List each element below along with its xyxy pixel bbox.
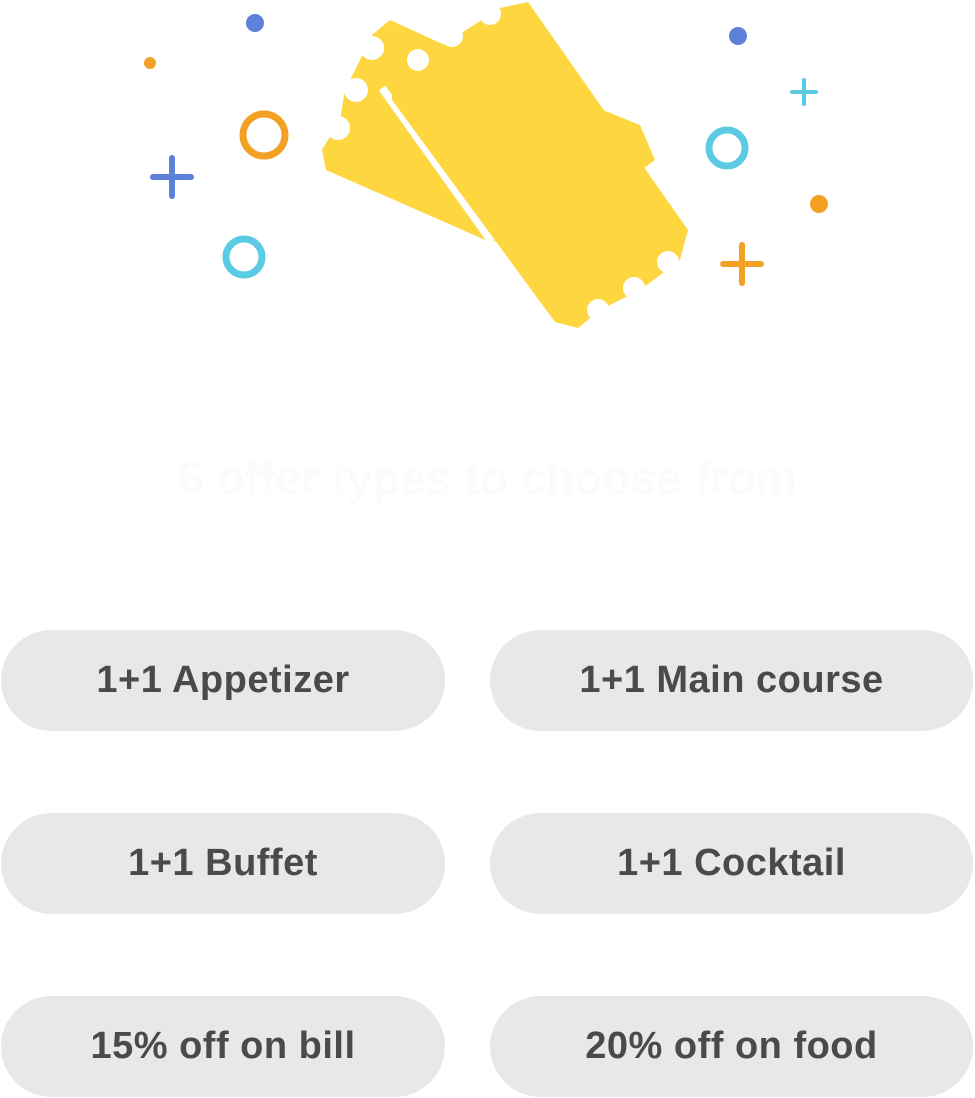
offer-option-appetizer[interactable]: 1+1 Appetizer xyxy=(1,630,445,731)
confetti-dot-icon xyxy=(729,27,747,45)
confetti-plus-icon xyxy=(790,78,818,106)
offer-option-bill-discount[interactable]: 15% off on bill xyxy=(1,996,445,1097)
confetti-plus-icon xyxy=(720,242,764,286)
offer-option-food-discount[interactable]: 20% off on food xyxy=(490,996,973,1097)
tickets-illustration xyxy=(144,2,828,328)
offer-option-main-course[interactable]: 1+1 Main course xyxy=(490,630,973,731)
confetti-dot-icon xyxy=(246,14,264,32)
offer-option-buffet[interactable]: 1+1 Buffet xyxy=(1,813,445,914)
confetti-dot-icon xyxy=(144,57,156,69)
confetti-ring-icon xyxy=(222,235,266,279)
confetti-dot-icon xyxy=(810,195,828,213)
confetti-ring-icon xyxy=(239,110,289,160)
confetti-ring-icon xyxy=(705,126,749,170)
offer-option-cocktail[interactable]: 1+1 Cocktail xyxy=(490,813,973,914)
page-title: 6 offer types to choose from xyxy=(178,452,797,504)
confetti-plus-icon xyxy=(150,155,194,199)
